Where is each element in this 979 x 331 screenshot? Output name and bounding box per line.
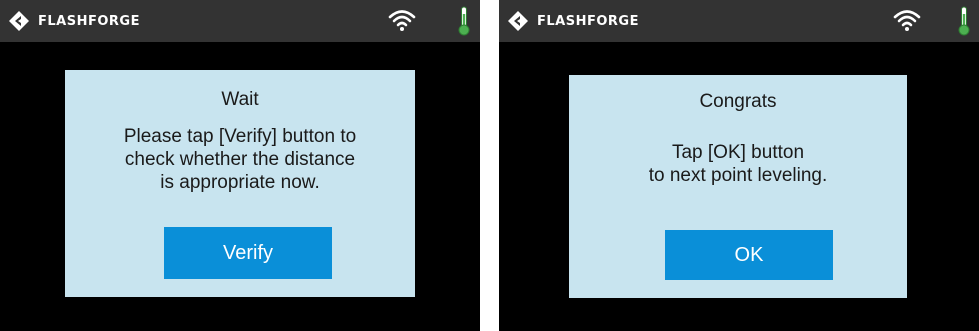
dialog-message-line: check whether the distance xyxy=(124,149,356,170)
flashforge-logo-icon xyxy=(507,10,529,32)
dialog-message: Tap [OK] button to next point leveling. xyxy=(569,141,907,187)
dialog-title: Congrats xyxy=(699,91,777,112)
dialog-message-line: Tap [OK] button xyxy=(671,142,805,163)
dialog-message-line: is appropriate now. xyxy=(160,172,320,193)
printer-screen-congrats: FLASHFORGE Congrats Tap [OK] button to n… xyxy=(499,0,979,331)
flashforge-logo-icon xyxy=(8,10,30,32)
brand-name: FLASHFORGE xyxy=(38,13,140,29)
leveling-dialog: Wait Please tap [Verify] button to check… xyxy=(65,70,415,297)
leveling-dialog: Congrats Tap [OK] button to next point l… xyxy=(569,75,907,298)
brand-logo: FLASHFORGE xyxy=(8,9,140,33)
brand-logo: FLASHFORGE xyxy=(507,9,639,33)
dialog-title: Wait xyxy=(221,89,259,110)
dialog-message-line: to next point leveling. xyxy=(648,165,828,186)
dialog-message-line: Please tap [Verify] button to xyxy=(123,126,357,147)
wifi-icon xyxy=(893,8,921,32)
verify-button[interactable]: Verify xyxy=(164,227,332,279)
status-bar: FLASHFORGE xyxy=(0,0,480,42)
dialog-message: Please tap [Verify] button to check whet… xyxy=(65,125,415,194)
status-bar: FLASHFORGE xyxy=(499,0,979,42)
thermometer-icon xyxy=(958,6,970,36)
thermometer-icon xyxy=(458,6,470,36)
wifi-icon xyxy=(388,8,416,32)
brand-name: FLASHFORGE xyxy=(537,13,639,29)
ok-button[interactable]: OK xyxy=(665,230,833,280)
printer-screen-wait: FLASHFORGE Wait Please tap [Verify] butt… xyxy=(0,0,480,331)
